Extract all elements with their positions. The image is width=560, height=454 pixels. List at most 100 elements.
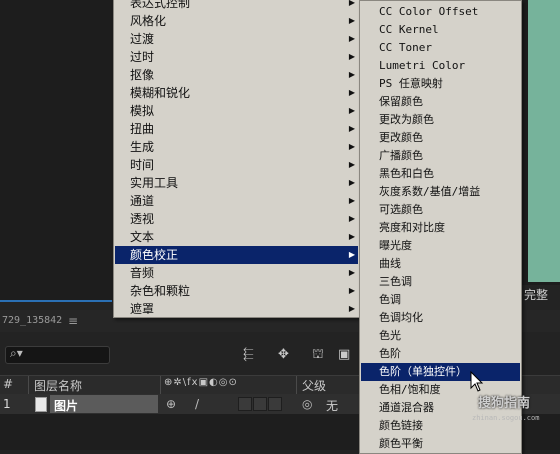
submenu-arrow-icon: ▶ xyxy=(348,16,355,25)
column-layer-name[interactable]: 图层名称 xyxy=(34,377,82,394)
composition-viewer[interactable] xyxy=(528,0,560,282)
menu-item[interactable]: 表达式控制 ▶ xyxy=(115,0,358,12)
menu-item-label: 表达式控制 xyxy=(130,0,191,10)
menu-item[interactable]: 遮罩 ▶ xyxy=(115,300,358,318)
layer-name[interactable]: 图片 xyxy=(54,397,78,414)
submenu-arrow-icon: ▶ xyxy=(348,88,355,97)
menu-item[interactable]: 风格化 ▶ xyxy=(115,12,358,30)
menu-item[interactable]: 实用工具 ▶ xyxy=(115,174,358,192)
submenu-arrow-icon: ▶ xyxy=(348,106,355,115)
submenu-item[interactable]: 可选颜色 xyxy=(361,201,520,219)
menu-item-label: 风格化 xyxy=(130,14,167,28)
submenu-arrow-icon: ▶ xyxy=(348,142,355,151)
submenu-item[interactable]: 广播颜色 xyxy=(361,147,520,165)
menu-item-label: 遮罩 xyxy=(130,302,155,316)
submenu-arrow-icon: ▶ xyxy=(348,232,355,241)
column-num: # xyxy=(3,377,14,391)
composition-flowchart-icon[interactable]: ⬱ xyxy=(243,347,254,362)
shy-layers-icon[interactable]: ⛫ xyxy=(312,347,324,364)
menu-item-label: 通道 xyxy=(130,194,155,208)
submenu-arrow-icon: ▶ xyxy=(348,124,355,133)
menu-item-label: 杂色和颗粒 xyxy=(130,284,191,298)
submenu-item[interactable]: 曲线 xyxy=(361,255,520,273)
menu-item-label: 过时 xyxy=(130,50,155,64)
menu-item[interactable]: 通道 ▶ xyxy=(115,192,358,210)
watermark-text: 搜狗指南 xyxy=(478,396,531,411)
submenu-item[interactable]: 颜色平衡 xyxy=(361,435,520,453)
submenu-item[interactable]: PS 任意映射 xyxy=(361,75,520,93)
effect-category-menu: 表达式控制 ▶ 风格化 ▶ 过渡 ▶ 过时 ▶ 抠像 ▶ 模糊和锐化 ▶ 模拟 ▶ 扭曲 ▶ 生成 ▶ 时间 ▶ 实用工… xyxy=(113,0,360,318)
column-separator[interactable] xyxy=(28,376,29,394)
submenu-item[interactable]: CC Toner xyxy=(361,39,520,57)
column-switches: ⊕✲\fx▣◐◎⊙ xyxy=(164,377,238,388)
menu-item[interactable]: 扭曲 ▶ xyxy=(115,120,358,138)
menu-item[interactable]: 音频 ▶ xyxy=(115,264,358,282)
submenu-item[interactable]: 亮度和对比度 xyxy=(361,219,520,237)
switch-box[interactable] xyxy=(238,397,252,411)
composition-area-left xyxy=(0,0,113,300)
menu-item-label: 扭曲 xyxy=(130,122,155,136)
menu-item-label: 时间 xyxy=(130,158,155,172)
submenu-item[interactable]: Lumetri Color xyxy=(361,57,520,75)
submenu-item[interactable]: 灰度系数/基值/增益 xyxy=(361,183,520,201)
submenu-item[interactable]: 曝光度 xyxy=(361,237,520,255)
menu-item-label: 过渡 xyxy=(130,32,155,46)
column-parent[interactable]: 父级 xyxy=(302,377,326,394)
submenu-arrow-icon: ▶ xyxy=(348,0,355,7)
submenu-arrow-icon: ▶ xyxy=(348,178,355,187)
watermark-url: zhinan.sogou.com xyxy=(472,414,540,422)
submenu-item[interactable]: 色阶（单独控件） xyxy=(361,363,520,381)
submenu-item[interactable]: 更改颜色 xyxy=(361,129,520,147)
menu-item-label: 抠像 xyxy=(130,68,155,82)
draft-3d-icon[interactable]: ✥ xyxy=(278,347,289,362)
menu-item[interactable]: 生成 ▶ xyxy=(115,138,358,156)
menu-item[interactable]: 颜色校正 ▶ xyxy=(115,246,358,264)
layer-number: 1 xyxy=(3,397,11,411)
submenu-arrow-icon: ▶ xyxy=(348,304,355,313)
column-separator[interactable] xyxy=(296,376,297,394)
submenu-item[interactable]: 三色调 xyxy=(361,273,520,291)
menu-item[interactable]: 文本 ▶ xyxy=(115,228,358,246)
menu-item[interactable]: 透视 ▶ xyxy=(115,210,358,228)
menu-item[interactable]: 过渡 ▶ xyxy=(115,30,358,48)
parent-dropdown[interactable]: 无 xyxy=(326,397,338,414)
submenu-item[interactable]: 色光 xyxy=(361,327,520,345)
menu-item-label: 模拟 xyxy=(130,104,155,118)
menu-item[interactable]: 时间 ▶ xyxy=(115,156,358,174)
submenu-item[interactable]: 黑色和白色 xyxy=(361,165,520,183)
menu-item-label: 生成 xyxy=(130,140,155,154)
frame-blending-icon[interactable]: ▣ xyxy=(338,347,350,362)
menu-item-label: 透视 xyxy=(130,212,155,226)
timeline-tab-title[interactable]: 729_135842 xyxy=(2,315,62,326)
menu-item[interactable]: 模糊和锐化 ▶ xyxy=(115,84,358,102)
submenu-item[interactable]: CC Kernel xyxy=(361,21,520,39)
menu-item[interactable]: 杂色和颗粒 ▶ xyxy=(115,282,358,300)
submenu-item[interactable]: 保留颜色 xyxy=(361,93,520,111)
mouse-cursor-icon xyxy=(470,371,484,392)
switch-box[interactable] xyxy=(268,397,282,411)
submenu-item[interactable]: 色调均化 xyxy=(361,309,520,327)
menu-item[interactable]: 过时 ▶ xyxy=(115,48,358,66)
submenu-arrow-icon: ▶ xyxy=(348,70,355,79)
submenu-item[interactable]: CC Color Offset xyxy=(361,3,520,21)
submenu-arrow-icon: ▶ xyxy=(348,268,355,277)
resolution-label[interactable]: 完整 xyxy=(524,286,548,303)
submenu-item[interactable]: 色阶 xyxy=(361,345,520,363)
switch-box[interactable] xyxy=(253,397,267,411)
submenu-item[interactable]: 色调 xyxy=(361,291,520,309)
collapse-switch-icon[interactable]: ⊕ xyxy=(166,397,176,411)
submenu-arrow-icon: ▶ xyxy=(348,52,355,61)
submenu-arrow-icon: ▶ xyxy=(348,196,355,205)
menu-item[interactable]: 抠像 ▶ xyxy=(115,66,358,84)
panel-menu-icon[interactable]: ≡ xyxy=(68,314,78,328)
quality-switch-icon[interactable]: / xyxy=(195,397,199,411)
pick-whip-icon[interactable]: ◎ xyxy=(302,397,312,411)
layer-thumbnail-icon xyxy=(35,397,47,412)
menu-item[interactable]: 模拟 ▶ xyxy=(115,102,358,120)
submenu-item[interactable]: 更改为颜色 xyxy=(361,111,520,129)
submenu-arrow-icon: ▶ xyxy=(348,214,355,223)
submenu-arrow-icon: ▶ xyxy=(348,286,355,295)
column-separator[interactable] xyxy=(160,376,161,394)
search-icon: ⌕▾ xyxy=(10,346,23,360)
submenu-arrow-icon: ▶ xyxy=(348,250,355,259)
